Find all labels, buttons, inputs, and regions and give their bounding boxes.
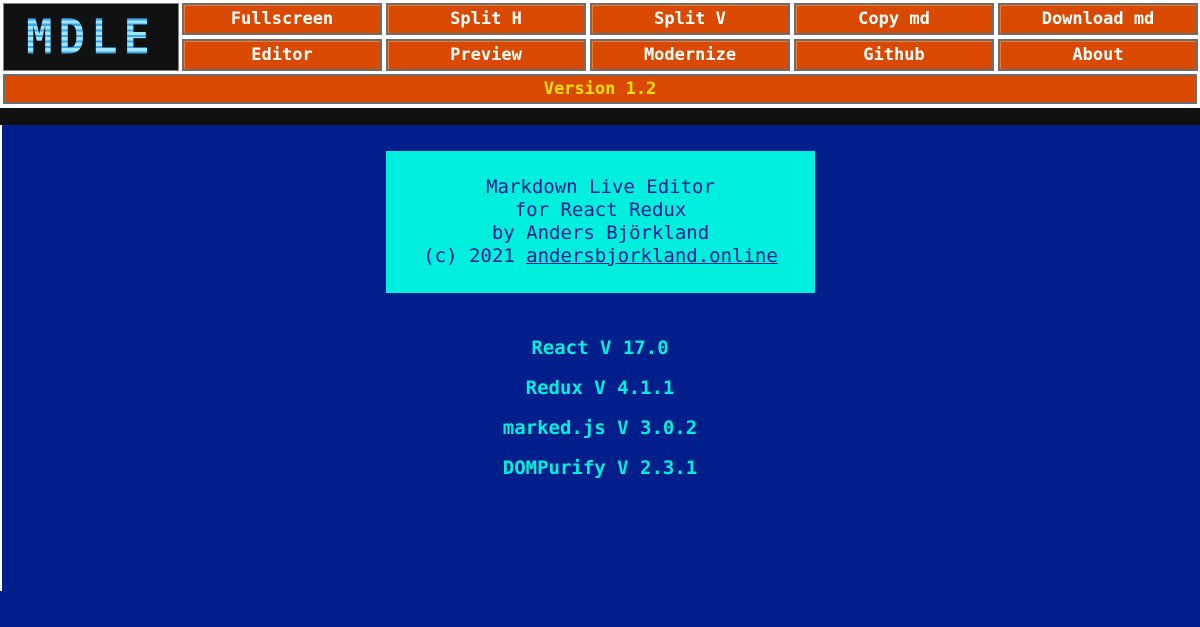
toolbar-button-grid: Fullscreen Split H Split V Copy md Downl…: [182, 3, 1198, 71]
author-website-link[interactable]: andersbjorkland.online: [526, 245, 778, 267]
editor-button[interactable]: Editor: [182, 39, 382, 71]
app-window: MDLE Fullscreen Split H Split V Copy md …: [0, 0, 1200, 627]
split-vertical-button[interactable]: Split V: [590, 3, 790, 35]
dependency-list: React V 17.0 Redux V 4.1.1 marked.js V 3…: [0, 330, 1200, 490]
version-label: Version 1.2: [543, 79, 657, 99]
split-horizontal-button[interactable]: Split H: [386, 3, 586, 35]
app-logo: MDLE: [3, 3, 179, 71]
top-toolbar: MDLE Fullscreen Split H Split V Copy md …: [0, 0, 1200, 108]
modernize-button[interactable]: Modernize: [590, 39, 790, 71]
dependency-redux: Redux V 4.1.1: [525, 377, 675, 399]
copy-markdown-button[interactable]: Copy md: [794, 3, 994, 35]
about-button[interactable]: About: [998, 39, 1198, 71]
about-subtitle: for React Redux: [514, 199, 687, 221]
divider-strip: [0, 108, 1200, 125]
about-copyright: (c) 2021 andersbjorkland.online: [423, 245, 778, 268]
about-info-box: Markdown Live Editor for React Redux by …: [386, 151, 815, 293]
dependency-marked: marked.js V 3.0.2: [502, 417, 698, 439]
fullscreen-button[interactable]: Fullscreen: [182, 3, 382, 35]
copyright-prefix: (c) 2021: [423, 245, 527, 267]
version-bar: Version 1.2: [3, 74, 1197, 104]
dependency-dompurify: DOMPurify V 2.3.1: [502, 457, 698, 479]
dependency-react: React V 17.0: [531, 337, 669, 359]
preview-button[interactable]: Preview: [386, 39, 586, 71]
about-title: Markdown Live Editor: [486, 176, 715, 198]
download-markdown-button[interactable]: Download md: [998, 3, 1198, 35]
logo-text: MDLE: [26, 8, 156, 66]
about-author: by Anders Björkland: [491, 222, 710, 244]
github-button[interactable]: Github: [794, 39, 994, 71]
